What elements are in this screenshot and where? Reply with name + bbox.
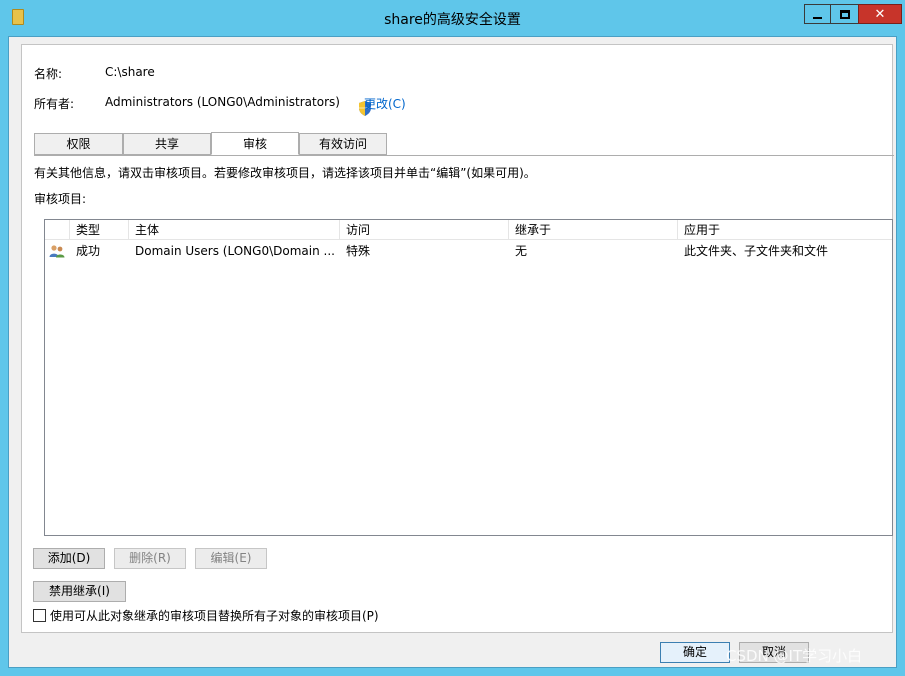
dialog-window: share的高级安全设置 ✕ 名称: C:\share 所有者: Adminis…: [0, 0, 905, 676]
ok-button[interactable]: 确定: [660, 642, 730, 663]
column-header-principal[interactable]: 主体: [129, 220, 340, 240]
user-group-icon: [49, 245, 65, 258]
name-value: C:\share: [105, 65, 155, 79]
replace-child-entries-label[interactable]: 使用可从此对象继承的审核项目替换所有子对象的审核项目(P): [50, 607, 379, 624]
title-bar[interactable]: share的高级安全设置 ✕: [0, 0, 905, 36]
replace-child-entries-checkbox[interactable]: [33, 609, 46, 622]
minimize-icon: [813, 16, 822, 19]
tab-effective-access[interactable]: 有效访问: [299, 133, 387, 155]
cell-type: 成功: [76, 244, 101, 258]
change-owner-link[interactable]: 更改(C): [364, 95, 406, 112]
cell-applies-to: 此文件夹、子文件夹和文件: [684, 244, 829, 258]
disable-inheritance-button[interactable]: 禁用继承(I): [33, 581, 126, 602]
tab-auditing[interactable]: 审核: [211, 132, 299, 155]
add-button[interactable]: 添加(D): [33, 548, 105, 569]
column-header-inherited-from[interactable]: 继承于: [509, 220, 678, 240]
column-header-applies-to[interactable]: 应用于: [678, 220, 892, 240]
tab-divider: [34, 155, 894, 156]
content-panel: 名称: C:\share 所有者: Administrators (LONG0\…: [21, 44, 894, 633]
window-title: share的高级安全设置: [384, 12, 521, 28]
description-text: 有关其他信息，请双击审核项目。若要修改审核项目，请选择该项目并单击“编辑”(如果…: [34, 166, 536, 180]
dialog-client-area: 名称: C:\share 所有者: Administrators (LONG0\…: [8, 36, 897, 668]
list-header: 类型 主体 访问 继承于 应用于: [45, 220, 892, 240]
column-icon-spacer: [45, 220, 70, 240]
cell-principal: Domain Users (LONG0\Domain ...: [135, 244, 335, 258]
audit-entries-label: 审核项目:: [34, 192, 87, 206]
minimize-button[interactable]: [804, 4, 830, 24]
owner-label: 所有者:: [34, 97, 75, 111]
owner-value: Administrators (LONG0\Administrators): [105, 95, 340, 109]
name-label: 名称:: [34, 67, 63, 81]
table-row[interactable]: 成功 Domain Users (LONG0\Domain ... 特殊 无 此…: [45, 241, 892, 261]
cell-inherited-from: 无: [515, 244, 528, 258]
cell-access: 特殊: [346, 244, 371, 258]
column-header-type[interactable]: 类型: [70, 220, 129, 240]
maximize-icon: [839, 9, 850, 19]
column-header-access[interactable]: 访问: [340, 220, 509, 240]
audit-entries-list[interactable]: 类型 主体 访问 继承于 应用于 成功 Domain Users (LONG0\…: [44, 219, 893, 536]
close-button[interactable]: ✕: [858, 4, 902, 24]
watermark: CSDN @IT学习小白: [726, 647, 863, 665]
edit-button[interactable]: 编辑(E): [195, 548, 267, 569]
tab-share[interactable]: 共享: [123, 133, 211, 155]
close-icon: ✕: [874, 6, 886, 22]
remove-button[interactable]: 删除(R): [114, 548, 186, 569]
maximize-button[interactable]: [830, 4, 858, 24]
tab-permissions[interactable]: 权限: [34, 133, 123, 155]
